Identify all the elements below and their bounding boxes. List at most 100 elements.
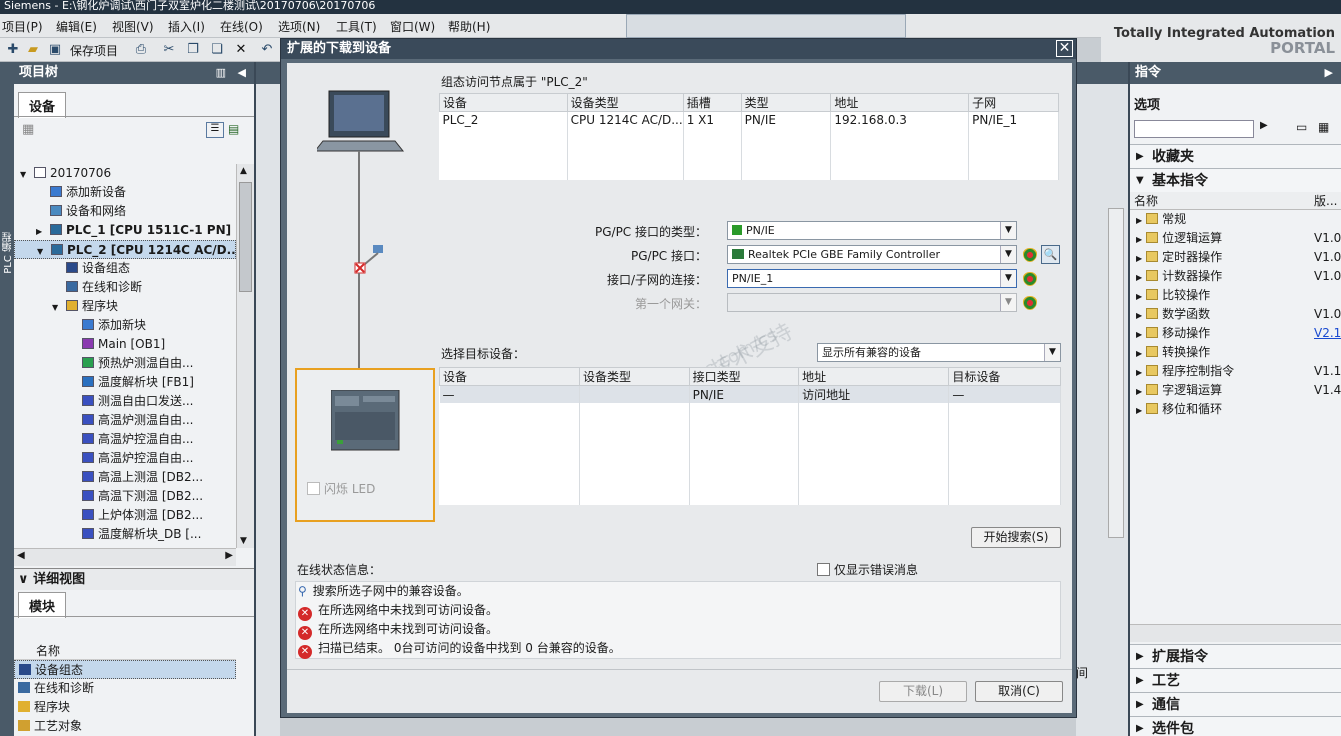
expand-icon[interactable]: ▶ [1136, 292, 1142, 301]
scroll-left-icon[interactable]: ◀ [17, 550, 25, 561]
column-header[interactable]: 目标设备 [948, 367, 1061, 386]
menu-item-7[interactable]: 窗口(W) [390, 18, 435, 35]
detail-view-header[interactable]: ∨ 详细视图 [14, 568, 254, 590]
tree-item[interactable]: 设备组态 [14, 259, 236, 278]
menu-item-5[interactable]: 选项(N) [278, 18, 320, 35]
tree-expander-icon[interactable]: ▼ [20, 165, 34, 183]
section-2[interactable]: ▶ 通信 [1130, 692, 1341, 716]
tree-vertical-scrollbar[interactable]: ▲ ▼ [236, 164, 254, 548]
save-icon[interactable]: ▣ [46, 41, 64, 59]
collapse-left-icon[interactable]: ◀ [238, 62, 246, 84]
tree-item[interactable]: ▼ PLC_2 [CPU 1214C AC/D... [14, 240, 236, 259]
tree-item[interactable]: 高温炉测温自由... [14, 411, 236, 430]
instruction-item[interactable]: ▶ 程序控制指令 V1.1 [1130, 362, 1341, 381]
subnet-connection-select[interactable]: PN/IE_1 ▼ [727, 269, 1017, 288]
section-0[interactable]: ▶ 扩展指令 [1130, 644, 1341, 668]
menu-item-1[interactable]: 编辑(E) [56, 18, 97, 35]
save-project-button[interactable]: 保存项目 [70, 42, 118, 59]
instruction-item[interactable]: ▶ 计数器操作 V1.0 [1130, 267, 1341, 286]
tree-item[interactable]: 预热炉测温自由... [14, 354, 236, 373]
table-row[interactable]: — PN/IE 访问地址 — [439, 385, 1061, 403]
expand-icon[interactable]: ▶ [1136, 349, 1142, 358]
tree-item[interactable]: 高温下测温 [DB2... [14, 487, 236, 506]
subnet-properties-icon[interactable] [1023, 272, 1037, 286]
expand-icon[interactable]: ▶ [1136, 311, 1142, 320]
list-view-icon[interactable]: ☰ [206, 122, 224, 138]
instruction-item[interactable]: ▶ 字逻辑运算 V1.4 [1130, 381, 1341, 400]
tree-item[interactable]: ▼ 20170706 [14, 164, 236, 183]
menu-item-8[interactable]: 帮助(H) [448, 18, 490, 35]
add-item-icon[interactable]: ▦ [22, 122, 34, 137]
tree-scroll-thumb[interactable] [239, 182, 252, 292]
instruction-search-input[interactable] [1134, 120, 1254, 138]
pgpc-interface-select[interactable]: Realtek PCIe GBE Family Controller ▼ [727, 245, 1017, 264]
gateway-properties-icon[interactable] [1023, 296, 1037, 310]
tree-item[interactable]: Main [OB1] [14, 335, 236, 354]
expand-icon[interactable]: ▶ [1136, 368, 1142, 377]
view-toggle-icon[interactable]: ▭ [1296, 120, 1307, 134]
detail-item[interactable]: 在线和诊断 [14, 679, 236, 698]
column-header[interactable]: 设备 [438, 367, 581, 386]
tree-item[interactable]: 高温上测温 [DB2... [14, 468, 236, 487]
section-basic-instructions[interactable]: ▼ 基本指令 [1130, 168, 1341, 192]
instruction-item[interactable]: ▶ 常规 [1130, 210, 1341, 229]
tree-item[interactable]: 上炉体测温 [DB2... [14, 506, 236, 525]
editor-vertical-scrollbar[interactable] [1108, 208, 1124, 538]
instruction-item[interactable]: ▶ 数学函数 V1.0 [1130, 305, 1341, 324]
section-3[interactable]: ▶ 选件包 [1130, 716, 1341, 736]
tree-item[interactable]: 温度解析块 [FB1] [14, 373, 236, 392]
open-project-icon[interactable]: ▰ [24, 41, 42, 59]
copy-icon[interactable]: ❐ [184, 41, 202, 59]
menu-item-2[interactable]: 视图(V) [112, 18, 154, 35]
download-button[interactable]: 下载(L) [879, 681, 967, 702]
column-header[interactable]: 地址 [798, 367, 950, 386]
column-header[interactable]: 插槽 [682, 93, 742, 112]
chevron-down-icon[interactable]: ▼ [1044, 344, 1060, 361]
new-project-icon[interactable]: ✚ [4, 41, 22, 59]
start-search-button[interactable]: 开始搜索(S) [971, 527, 1061, 548]
instructions-horizontal-scrollbar[interactable] [1130, 624, 1341, 642]
diagnose-interface-icon[interactable]: 🔍 [1041, 245, 1060, 264]
overview-icon[interactable]: ▤ [228, 122, 239, 136]
vertical-tab-plc-programming[interactable]: PLC 编程 [0, 62, 14, 736]
collapse-right-icon[interactable]: ▶ [1325, 62, 1333, 84]
scroll-up-icon[interactable]: ▲ [240, 166, 247, 176]
menu-item-4[interactable]: 在线(O) [220, 18, 263, 35]
dialog-close-button[interactable]: ✕ [1056, 40, 1073, 57]
delete-icon[interactable]: ✕ [232, 41, 250, 59]
tree-item[interactable]: 高温炉控温自由... [14, 449, 236, 468]
chevron-down-icon[interactable]: ▼ [1000, 270, 1016, 287]
column-header[interactable]: 设备类型 [579, 367, 690, 386]
tree-item[interactable]: 设备和网络 [14, 202, 236, 221]
instruction-item[interactable]: ▶ 比较操作 [1130, 286, 1341, 305]
menu-item-0[interactable]: 项目(P) [2, 18, 43, 35]
tree-item[interactable]: 在线和诊断 [14, 278, 236, 297]
detail-item[interactable]: 设备组态 [14, 660, 236, 679]
column-header[interactable]: 类型 [740, 93, 832, 112]
instruction-item[interactable]: ▶ 位逻辑运算 V1.0 [1130, 229, 1341, 248]
tree-expander-icon[interactable]: ▶ [36, 222, 50, 240]
scroll-down-icon[interactable]: ▼ [240, 536, 247, 546]
tree-expander-icon[interactable]: ▼ [52, 298, 66, 316]
tab-devices[interactable]: 设备 [18, 92, 67, 118]
tree-expander-icon[interactable]: ▼ [37, 242, 51, 258]
instruction-item[interactable]: ▶ 移动操作 V2.1 [1130, 324, 1341, 343]
tree-item[interactable]: ▼ 程序块 [14, 297, 236, 316]
tree-item[interactable]: 温度解析块_DB [... [14, 525, 236, 544]
section-1[interactable]: ▶ 工艺 [1130, 668, 1341, 692]
instruction-item[interactable]: ▶ 定时器操作 V1.0 [1130, 248, 1341, 267]
interface-properties-icon[interactable] [1023, 248, 1037, 262]
chevron-down-icon[interactable]: ▼ [1000, 246, 1016, 263]
tree-item[interactable]: ▶ PLC_1 [CPU 1511C-1 PN] [14, 221, 236, 240]
chevron-down-icon[interactable]: ▼ [1000, 294, 1016, 311]
tree-item[interactable]: 添加新块 [14, 316, 236, 335]
first-gateway-select[interactable]: ▼ [727, 293, 1017, 312]
expand-icon[interactable]: ▶ [1136, 235, 1142, 244]
scroll-right-icon[interactable]: ▶ [225, 550, 233, 561]
chevron-down-icon[interactable]: ▼ [1000, 222, 1016, 239]
cancel-button[interactable]: 取消(C) [975, 681, 1063, 702]
panel-mode-icon[interactable]: ▥ [216, 62, 226, 84]
target-filter-select[interactable]: 显示所有兼容的设备 ▼ [817, 343, 1061, 362]
tab-modules[interactable]: 模块 [18, 592, 67, 618]
expand-icon[interactable]: ▶ [1136, 273, 1142, 282]
